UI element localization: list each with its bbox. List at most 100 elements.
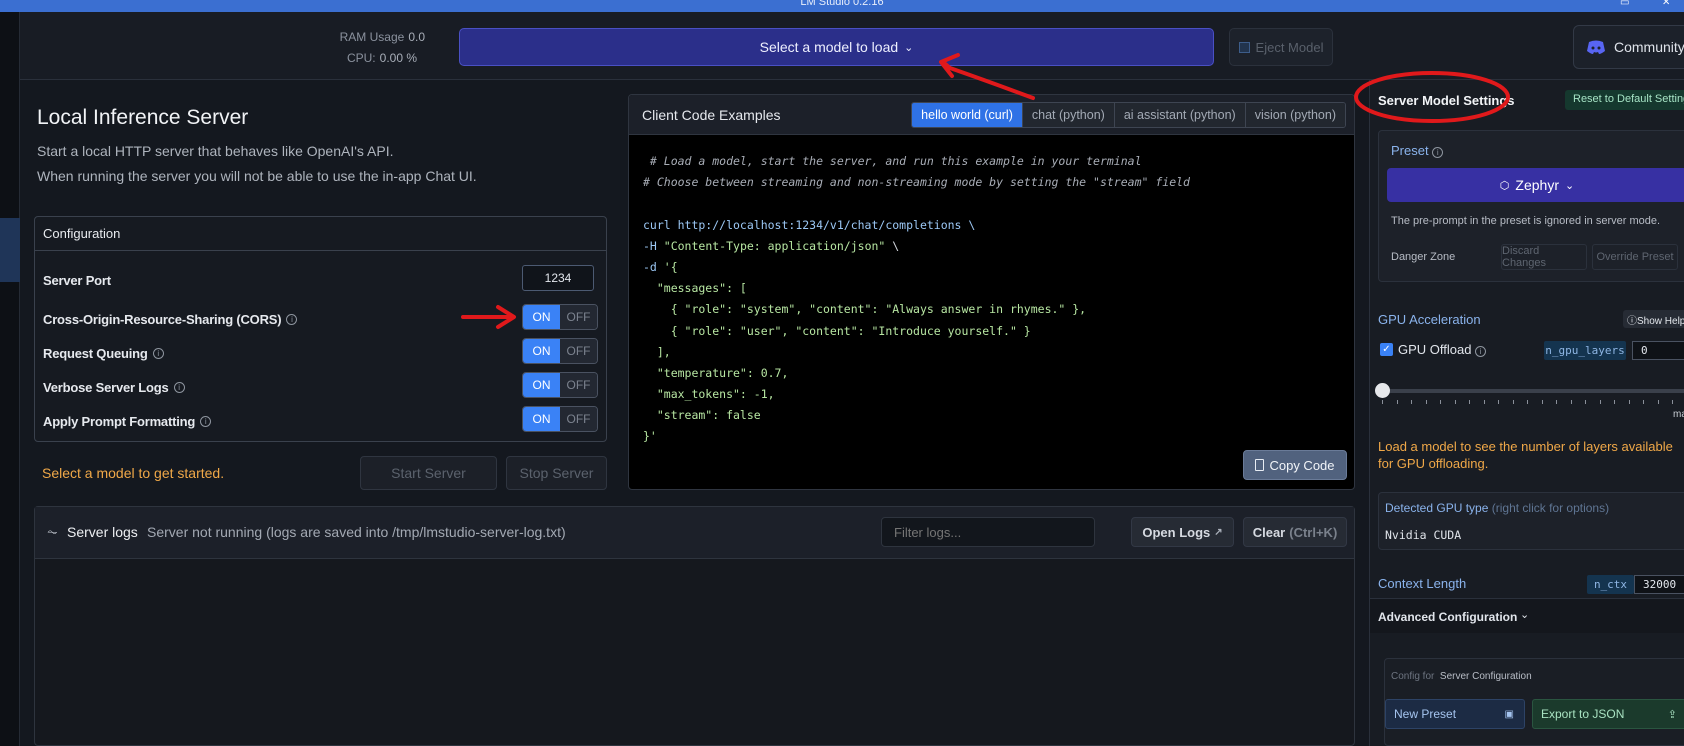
prompt-formatting-label: Apply Prompt Formatting i [43, 414, 212, 429]
detected-gpu-label: Detected GPU type (right click for optio… [1385, 501, 1609, 515]
gpu-layers-slider-track[interactable] [1380, 389, 1684, 393]
advanced-config-label: Advanced Configuration [1378, 610, 1518, 624]
slider-tick [1527, 400, 1528, 404]
server-description-1: Start a local HTTP server that behaves l… [37, 143, 394, 159]
info-icon[interactable]: i [1432, 147, 1444, 158]
info-icon[interactable]: i [173, 382, 185, 393]
request-queuing-label: Request Queuing i [43, 346, 164, 361]
preset-select[interactable]: ⬡ Zephyr ⌄ [1387, 168, 1684, 202]
cors-toggle[interactable]: ON OFF [522, 304, 598, 330]
configuration-header: Configuration [35, 217, 606, 251]
info-icon[interactable]: i [286, 314, 298, 325]
context-length-input[interactable]: 32000 [1634, 575, 1684, 594]
slider-ticks [1382, 400, 1684, 406]
eject-model-button[interactable]: Eject Model [1229, 28, 1333, 66]
file-icon: ▣ [1504, 708, 1514, 720]
open-logs-button[interactable]: Open Logs ↗ [1131, 517, 1234, 547]
discard-changes-button[interactable]: Discard Changes [1501, 244, 1587, 270]
info-icon[interactable]: i [1475, 346, 1487, 357]
cors-label: Cross-Origin-Resource-Sharing (CORS) i [43, 312, 298, 327]
start-server-button[interactable]: Start Server [360, 456, 497, 490]
toggle-on[interactable]: ON [523, 373, 560, 397]
discord-icon [1587, 40, 1605, 54]
override-preset-button[interactable]: Override Preset [1592, 244, 1678, 270]
toggle-on[interactable]: ON [523, 407, 560, 431]
open-logs-label: Open Logs [1142, 524, 1211, 540]
server-description-2: When running the server you will not be … [37, 168, 477, 184]
preset-value: Zephyr [1515, 177, 1559, 193]
prompt-formatting-toggle[interactable]: ON OFF [522, 406, 598, 432]
config-for-card: Config for Server Configuration New Pres… [1384, 658, 1684, 746]
community-button[interactable]: Community [1573, 25, 1684, 69]
server-port-input[interactable]: 1234 [522, 265, 594, 291]
slider-tick [1614, 400, 1615, 404]
request-queuing-toggle[interactable]: ON OFF [522, 338, 598, 364]
toggle-off[interactable]: OFF [560, 339, 597, 363]
verbose-logs-text: Verbose Server Logs [43, 380, 169, 395]
export-json-button[interactable]: Export to JSON ⇪ [1532, 699, 1684, 729]
select-model-button[interactable]: Select a model to load ⌄ [459, 28, 1214, 66]
stop-server-button[interactable]: Stop Server [506, 456, 607, 490]
code-examples-header: Client Code Examples hello world (curl) c… [629, 95, 1354, 135]
toggle-on[interactable]: ON [523, 305, 560, 329]
gpu-offload-checkbox[interactable]: ✓ [1380, 343, 1393, 356]
code-line: { "role": "system", "content": "Always a… [643, 302, 1087, 317]
verbose-logs-toggle[interactable]: ON OFF [522, 372, 598, 398]
toggle-off[interactable]: OFF [560, 373, 597, 397]
cors-text: Cross-Origin-Resource-Sharing (CORS) [43, 312, 282, 327]
gpu-layers-slider-handle[interactable] [1375, 383, 1390, 398]
status-message: Select a model to get started. [42, 465, 225, 481]
external-link-icon: ↗ [1214, 526, 1223, 538]
slider-tick [1585, 400, 1586, 404]
left-sidebar [0, 12, 20, 746]
slider-tick [1599, 400, 1601, 404]
filter-logs-input[interactable] [881, 517, 1095, 547]
code-line: "max_tokens": -1, [643, 387, 775, 402]
advanced-config-row[interactable]: Advanced Configuration ⌄ [1370, 599, 1684, 633]
toggle-off[interactable]: OFF [560, 305, 597, 329]
toggle-on[interactable]: ON [523, 339, 560, 363]
clear-logs-button[interactable]: Clear (Ctrl+K) [1243, 517, 1347, 547]
info-icon[interactable]: i [152, 348, 164, 359]
sidebar-item-server[interactable] [0, 218, 20, 282]
slider-max-label: max [1673, 409, 1684, 420]
preset-card: Preset i ⬡ Zephyr ⌄ The pre-prompt in th… [1378, 130, 1684, 282]
show-help-label: Show Help [1637, 316, 1684, 327]
context-length-label: Context Length [1378, 576, 1467, 591]
reset-defaults-button[interactable]: Reset to Default Settings [1565, 90, 1684, 110]
code-tab[interactable]: chat (python) [1021, 103, 1114, 127]
code-line: -H "Content-Type: application/json" \ [643, 238, 900, 253]
slider-tick [1411, 400, 1412, 404]
preset-label: Preset [1391, 143, 1429, 158]
clear-shortcut: (Ctrl+K) [1289, 524, 1338, 540]
code-examples-panel: Client Code Examples hello world (curl) c… [628, 94, 1355, 490]
n-gpu-layers-chip: n_gpu_layers [1544, 341, 1626, 360]
code-line: curl http://localhost:1234/v1/chat/compl… [643, 217, 976, 232]
community-label: Community [1614, 39, 1684, 55]
cpu-usage: CPU: 0.00 % [300, 51, 417, 65]
copy-code-button[interactable]: Copy Code [1243, 450, 1347, 480]
maximize-icon[interactable]: ▭ [1620, 0, 1629, 8]
code-tab[interactable]: hello world (curl) [912, 103, 1022, 127]
code-tab[interactable]: vision (python) [1244, 103, 1345, 127]
slider-tick [1657, 400, 1659, 404]
code-tabs: hello world (curl) chat (python) ai assist… [911, 102, 1346, 128]
toggle-off[interactable]: OFF [560, 407, 597, 431]
detected-gpu-card[interactable]: Detected GPU type (right click for optio… [1378, 492, 1684, 550]
gpu-layers-input[interactable]: 0 [1632, 341, 1684, 360]
show-help-button[interactable]: ⓘShow Help [1623, 310, 1684, 328]
info-icon[interactable]: i [200, 416, 212, 427]
verbose-logs-label: Verbose Server Logs i [43, 380, 185, 395]
ram-value: 0.0 [408, 30, 425, 44]
chevron-down-icon: ⌄ [1564, 179, 1575, 192]
code-block[interactable]: # Load a model, start the server, and ru… [643, 151, 1190, 448]
close-icon[interactable]: ✕ [1662, 0, 1670, 8]
slider-tick [1425, 400, 1427, 404]
upload-icon: ⇪ [1667, 708, 1677, 721]
code-tab[interactable]: ai assistant (python) [1113, 103, 1245, 127]
gpu-note: Load a model to see the number of layers… [1378, 439, 1673, 471]
config-for-text: Config for [1391, 671, 1435, 682]
code-line: ], [643, 344, 671, 359]
slider-tick [1483, 400, 1485, 404]
new-preset-button[interactable]: New Preset ▣ [1385, 699, 1525, 729]
